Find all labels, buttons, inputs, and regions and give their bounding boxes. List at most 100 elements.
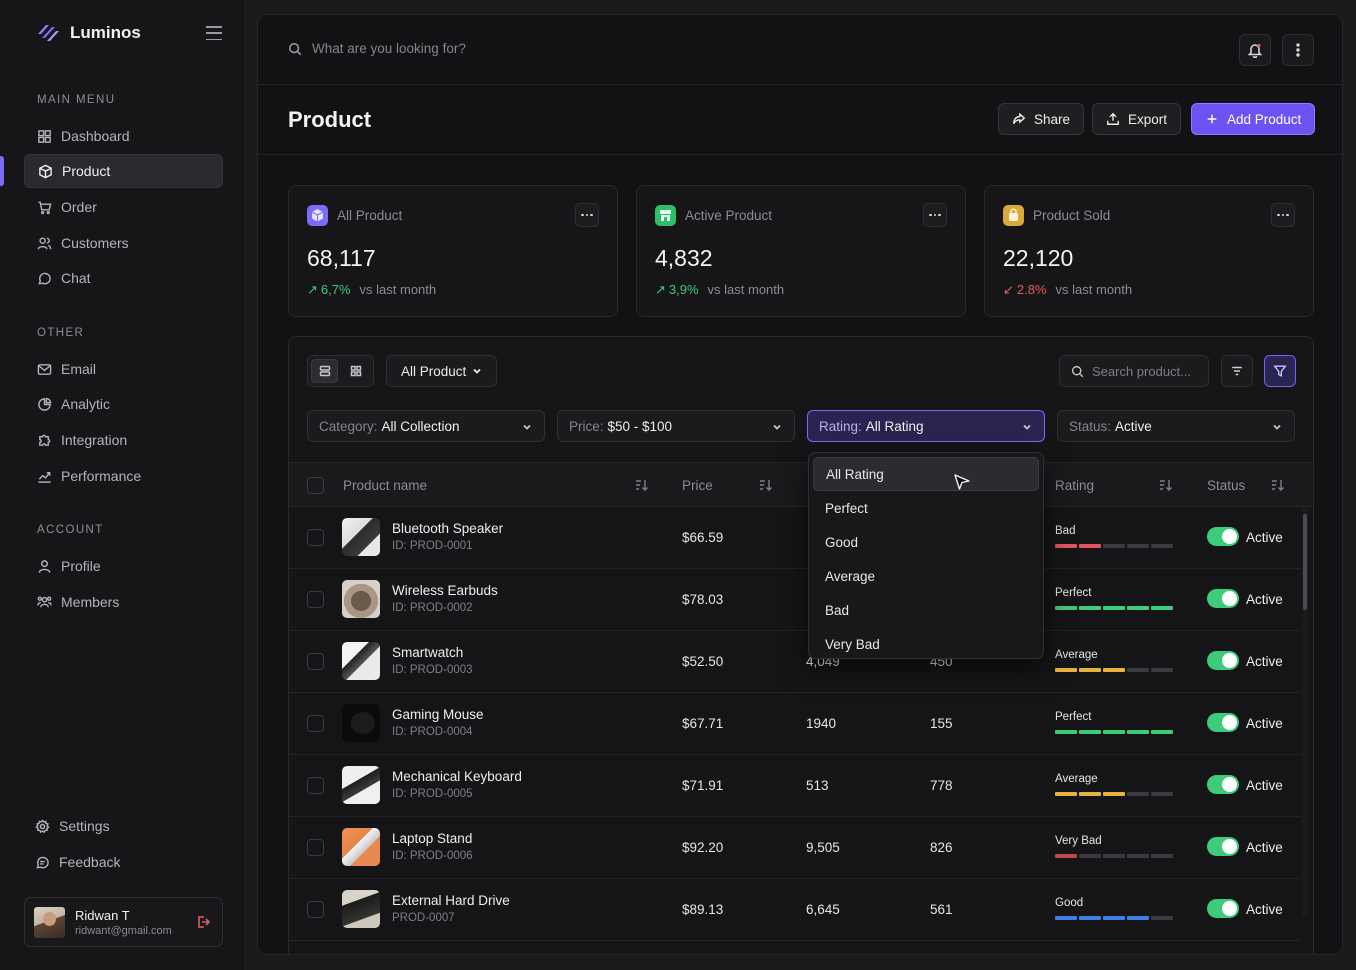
rating-option-good[interactable]: Good bbox=[813, 525, 1039, 559]
rating-option-perfect[interactable]: Perfect bbox=[813, 491, 1039, 525]
chevron-down-icon bbox=[1023, 424, 1031, 430]
add-product-button[interactable]: Add Product bbox=[1191, 103, 1316, 135]
sidebar-item-order[interactable]: Order bbox=[24, 190, 223, 224]
row-checkbox[interactable] bbox=[307, 529, 324, 546]
sidebar-item-analytic[interactable]: Analytic bbox=[24, 387, 223, 421]
status-toggle[interactable] bbox=[1207, 837, 1239, 856]
product-search-input[interactable]: Search product... bbox=[1059, 355, 1209, 387]
table-row[interactable]: Wireless Earbuds ID: PROD-0002 $78.03 Pe… bbox=[289, 569, 1301, 631]
table-row[interactable]: Gaming Mouse ID: PROD-0004 $67.71 1940 1… bbox=[289, 693, 1301, 755]
select-all-checkbox[interactable] bbox=[307, 477, 324, 494]
table-row[interactable]: Laptop Stand ID: PROD-0006 $92.20 9,505 … bbox=[289, 817, 1301, 879]
row-checkbox[interactable] bbox=[307, 839, 324, 856]
column-price: Price bbox=[682, 478, 713, 493]
box-icon bbox=[39, 164, 52, 178]
notification-button[interactable] bbox=[1239, 34, 1271, 66]
brand[interactable]: Luminos bbox=[36, 22, 141, 44]
stat-more-button[interactable] bbox=[923, 203, 947, 227]
stat-more-button[interactable] bbox=[1271, 203, 1295, 227]
row-checkbox[interactable] bbox=[307, 901, 324, 918]
stat-more-button[interactable] bbox=[575, 203, 599, 227]
rating-bar-segment bbox=[1079, 730, 1101, 734]
export-button[interactable]: Export bbox=[1092, 103, 1182, 135]
sidebar-item-settings[interactable]: Settings bbox=[22, 809, 221, 843]
table-row[interactable]: Bluetooth Speaker ID: PROD-0001 $66.59 B… bbox=[289, 507, 1301, 569]
more-options-button[interactable] bbox=[1282, 34, 1314, 66]
status-filter[interactable]: Status: Active bbox=[1057, 410, 1295, 442]
sort-icon[interactable] bbox=[759, 479, 772, 491]
sort-icon[interactable] bbox=[1271, 479, 1284, 491]
price-cell: $92.20 bbox=[682, 840, 724, 855]
scrollbar-thumb[interactable] bbox=[1303, 514, 1307, 610]
rating-label: Perfect bbox=[1055, 587, 1092, 599]
row-checkbox[interactable] bbox=[307, 715, 324, 732]
table-row[interactable]: Mechanical Keyboard ID: PROD-0005 $71.91… bbox=[289, 755, 1301, 817]
status-toggle[interactable] bbox=[1207, 713, 1239, 732]
status-toggle[interactable] bbox=[1207, 527, 1239, 546]
share-button[interactable]: Share bbox=[998, 103, 1085, 135]
sidebar-item-members[interactable]: Members bbox=[24, 585, 223, 619]
filter-key: Rating: bbox=[819, 418, 862, 434]
sold-cell: 561 bbox=[930, 902, 953, 917]
product-name: External Hard Drive bbox=[392, 893, 510, 908]
table-row[interactable]: Smartwatch ID: PROD-0003 $52.50 4,049 45… bbox=[289, 631, 1301, 693]
rating-option-average[interactable]: Average bbox=[813, 559, 1039, 593]
row-checkbox[interactable] bbox=[307, 653, 324, 670]
rating-option-bad[interactable]: Bad bbox=[813, 593, 1039, 627]
sidebar-item-label: Profile bbox=[61, 558, 101, 574]
product-id: ID: PROD-0004 bbox=[392, 726, 473, 738]
rating-bar-segment bbox=[1151, 730, 1173, 734]
rating-label: Bad bbox=[1055, 525, 1076, 537]
sidebar-item-integration[interactable]: Integration bbox=[24, 423, 223, 457]
rating-option-all[interactable]: All Rating bbox=[813, 457, 1039, 491]
sidebar-item-chat[interactable]: Chat bbox=[24, 261, 223, 295]
sidebar-item-profile[interactable]: Profile bbox=[24, 549, 223, 583]
rating-filter[interactable]: Rating: All Rating bbox=[807, 410, 1045, 442]
filter-button[interactable] bbox=[1264, 355, 1296, 387]
row-checkbox[interactable] bbox=[307, 777, 324, 794]
rating-option-very-bad[interactable]: Very Bad bbox=[813, 627, 1039, 661]
status-text: Active bbox=[1246, 902, 1283, 917]
sidebar-item-customers[interactable]: Customers bbox=[24, 226, 223, 260]
status-toggle[interactable] bbox=[1207, 775, 1239, 794]
share-icon bbox=[1013, 112, 1026, 125]
logout-icon[interactable] bbox=[195, 914, 211, 930]
menu-toggle-icon[interactable] bbox=[206, 26, 222, 40]
sidebar-item-label: Order bbox=[61, 199, 97, 215]
status-toggle[interactable] bbox=[1207, 899, 1239, 918]
stat-card-all-product: All Product 68,117 ↗ 6,7% vs last month bbox=[288, 185, 618, 317]
user-card[interactable]: Ridwan T ridwant@gmail.com bbox=[24, 897, 223, 947]
grid-view-button[interactable] bbox=[342, 359, 369, 383]
rating-bar-segment bbox=[1079, 606, 1101, 610]
status-toggle[interactable] bbox=[1207, 589, 1239, 608]
sidebar-item-feedback[interactable]: Feedback bbox=[22, 845, 221, 879]
rating-bar-segment bbox=[1103, 668, 1125, 672]
sidebar-item-dashboard[interactable]: Dashboard bbox=[24, 119, 223, 153]
sort-button[interactable] bbox=[1221, 355, 1253, 387]
sidebar-item-product[interactable]: Product bbox=[24, 154, 223, 188]
topbar: What are you looking for? bbox=[258, 15, 1342, 85]
price-filter[interactable]: Price: $50 - $100 bbox=[557, 410, 795, 442]
rating-label: Good bbox=[1055, 897, 1084, 909]
sidebar-item-email[interactable]: Email bbox=[24, 352, 223, 386]
global-search[interactable]: What are you looking for? bbox=[288, 41, 466, 56]
sidebar-item-label: Settings bbox=[59, 818, 110, 834]
category-filter[interactable]: Category: All Collection bbox=[307, 410, 545, 442]
share-label: Share bbox=[1034, 111, 1071, 127]
price-cell: $66.59 bbox=[682, 530, 724, 545]
cube-icon bbox=[307, 205, 328, 226]
user-name: Ridwan T bbox=[75, 907, 130, 923]
sidebar-item-performance[interactable]: Performance bbox=[24, 459, 223, 493]
table-row[interactable]: External Hard Drive PROD-0007 $89.13 6,6… bbox=[289, 879, 1301, 941]
list-view-button[interactable] bbox=[311, 359, 338, 383]
row-checkbox[interactable] bbox=[307, 591, 324, 608]
trend-up-icon: ↗ bbox=[307, 282, 318, 297]
status-toggle[interactable] bbox=[1207, 651, 1239, 670]
sort-icon[interactable] bbox=[1159, 479, 1172, 491]
sold-cell: 155 bbox=[930, 716, 953, 731]
product-scope-dropdown[interactable]: All Product bbox=[386, 355, 498, 387]
product-name: Wireless Earbuds bbox=[392, 583, 498, 598]
rating-bars bbox=[1055, 544, 1173, 548]
search-icon bbox=[1071, 365, 1084, 377]
sort-icon[interactable] bbox=[635, 479, 648, 491]
